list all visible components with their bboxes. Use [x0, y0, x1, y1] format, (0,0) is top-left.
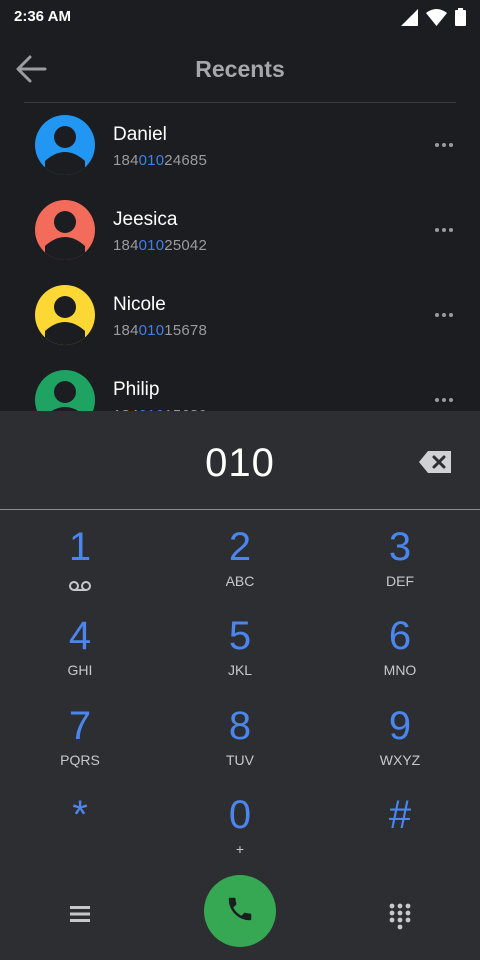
- key-5[interactable]: 5 JKL: [180, 614, 300, 700]
- key-1[interactable]: 1: [20, 525, 140, 611]
- backspace-button[interactable]: [418, 448, 454, 476]
- key-digit: 5: [228, 614, 252, 658]
- key-digit: 8: [228, 704, 252, 748]
- avatar: [35, 200, 95, 260]
- key-0[interactable]: 0 +: [180, 793, 300, 879]
- key-4[interactable]: 4 GHI: [20, 614, 140, 700]
- more-horizontal-icon: [430, 228, 458, 246]
- key-7[interactable]: 7 PQRS: [20, 704, 140, 790]
- backspace-icon: [418, 451, 454, 480]
- key-digit: 7: [68, 704, 92, 748]
- recent-item-philip[interactable]: Philip 18401015680: [0, 358, 480, 411]
- contact-name: Jeesica: [113, 209, 178, 230]
- contact-number: 18401015678: [113, 322, 207, 339]
- menu-icon: [66, 906, 94, 931]
- more-horizontal-icon: [430, 398, 458, 411]
- key-digit: #: [388, 793, 412, 837]
- contact-name: Philip: [113, 379, 160, 400]
- dialpad-sheet: 010 1 2 ABC 3 DEF 4 GHI 5 JKL 6 MNO 7 PQ…: [0, 411, 480, 960]
- status-bar: 2:36 AM: [0, 0, 480, 34]
- key-digit: 4: [68, 614, 92, 658]
- key-3[interactable]: 3 DEF: [340, 525, 460, 611]
- key-letters: GHI: [67, 662, 93, 678]
- key-letters: WXYZ: [379, 752, 421, 768]
- call-button[interactable]: [204, 875, 276, 947]
- more-horizontal-icon: [430, 313, 458, 331]
- key-digit: 6: [388, 614, 412, 658]
- more-options-button[interactable]: [430, 218, 458, 242]
- more-options-button[interactable]: [430, 388, 458, 411]
- dialpad-icon: [387, 903, 413, 934]
- key-star[interactable]: *: [20, 793, 140, 879]
- key-8[interactable]: 8 TUV: [180, 704, 300, 790]
- more-options-button[interactable]: [430, 133, 458, 157]
- contact-number: 18401025042: [113, 237, 207, 254]
- key-2[interactable]: 2 ABC: [180, 525, 300, 611]
- key-letters: PQRS: [60, 752, 100, 768]
- dialpad-actions: [0, 871, 480, 960]
- recent-item-daniel[interactable]: Daniel 18401024685: [0, 103, 480, 188]
- key-digit: 3: [388, 525, 412, 569]
- recent-item-jeesica[interactable]: Jeesica 18401025042: [0, 188, 480, 273]
- key-letters: ABC: [225, 573, 255, 589]
- menu-button[interactable]: [66, 901, 94, 927]
- key-digit: 2: [228, 525, 252, 569]
- dialed-digits-field[interactable]: 010: [0, 441, 480, 486]
- avatar: [35, 370, 95, 411]
- avatar: [35, 115, 95, 175]
- contact-name: Daniel: [113, 124, 167, 145]
- page-title: Recents: [195, 56, 285, 82]
- key-letters: +: [235, 841, 245, 857]
- key-letters: DEF: [386, 573, 414, 589]
- contact-number: 18401024685: [113, 152, 207, 169]
- recents-list[interactable]: Daniel 18401024685 Jeesica 18401025042 N…: [0, 103, 480, 411]
- key-letters: TUV: [226, 752, 254, 768]
- recent-item-nicole[interactable]: Nicole 18401015678: [0, 273, 480, 358]
- more-horizontal-icon: [430, 143, 458, 161]
- key-digit: 1: [68, 525, 92, 569]
- dialpad-toggle-button[interactable]: [387, 902, 413, 930]
- key-6[interactable]: 6 MNO: [340, 614, 460, 700]
- contact-name: Nicole: [113, 294, 166, 315]
- app-bar: Recents: [0, 34, 480, 104]
- dialpad-divider: [0, 509, 480, 510]
- voicemail-icon: [69, 579, 91, 591]
- key-letters: MNO: [383, 662, 417, 678]
- battery-icon: [455, 8, 466, 31]
- key-digit: 0: [228, 793, 252, 837]
- more-options-button[interactable]: [430, 303, 458, 327]
- wifi-icon: [426, 8, 447, 31]
- key-hash[interactable]: #: [340, 793, 460, 879]
- key-digit: 9: [388, 704, 412, 748]
- key-digit: *: [72, 793, 88, 837]
- signal-icon: [401, 8, 418, 31]
- status-time: 2:36 AM: [14, 8, 71, 25]
- digits-row: 010: [0, 411, 480, 509]
- avatar: [35, 285, 95, 345]
- key-letters: JKL: [227, 662, 253, 678]
- phone-icon: [225, 894, 255, 929]
- status-icons: [401, 8, 466, 31]
- key-9[interactable]: 9 WXYZ: [340, 704, 460, 790]
